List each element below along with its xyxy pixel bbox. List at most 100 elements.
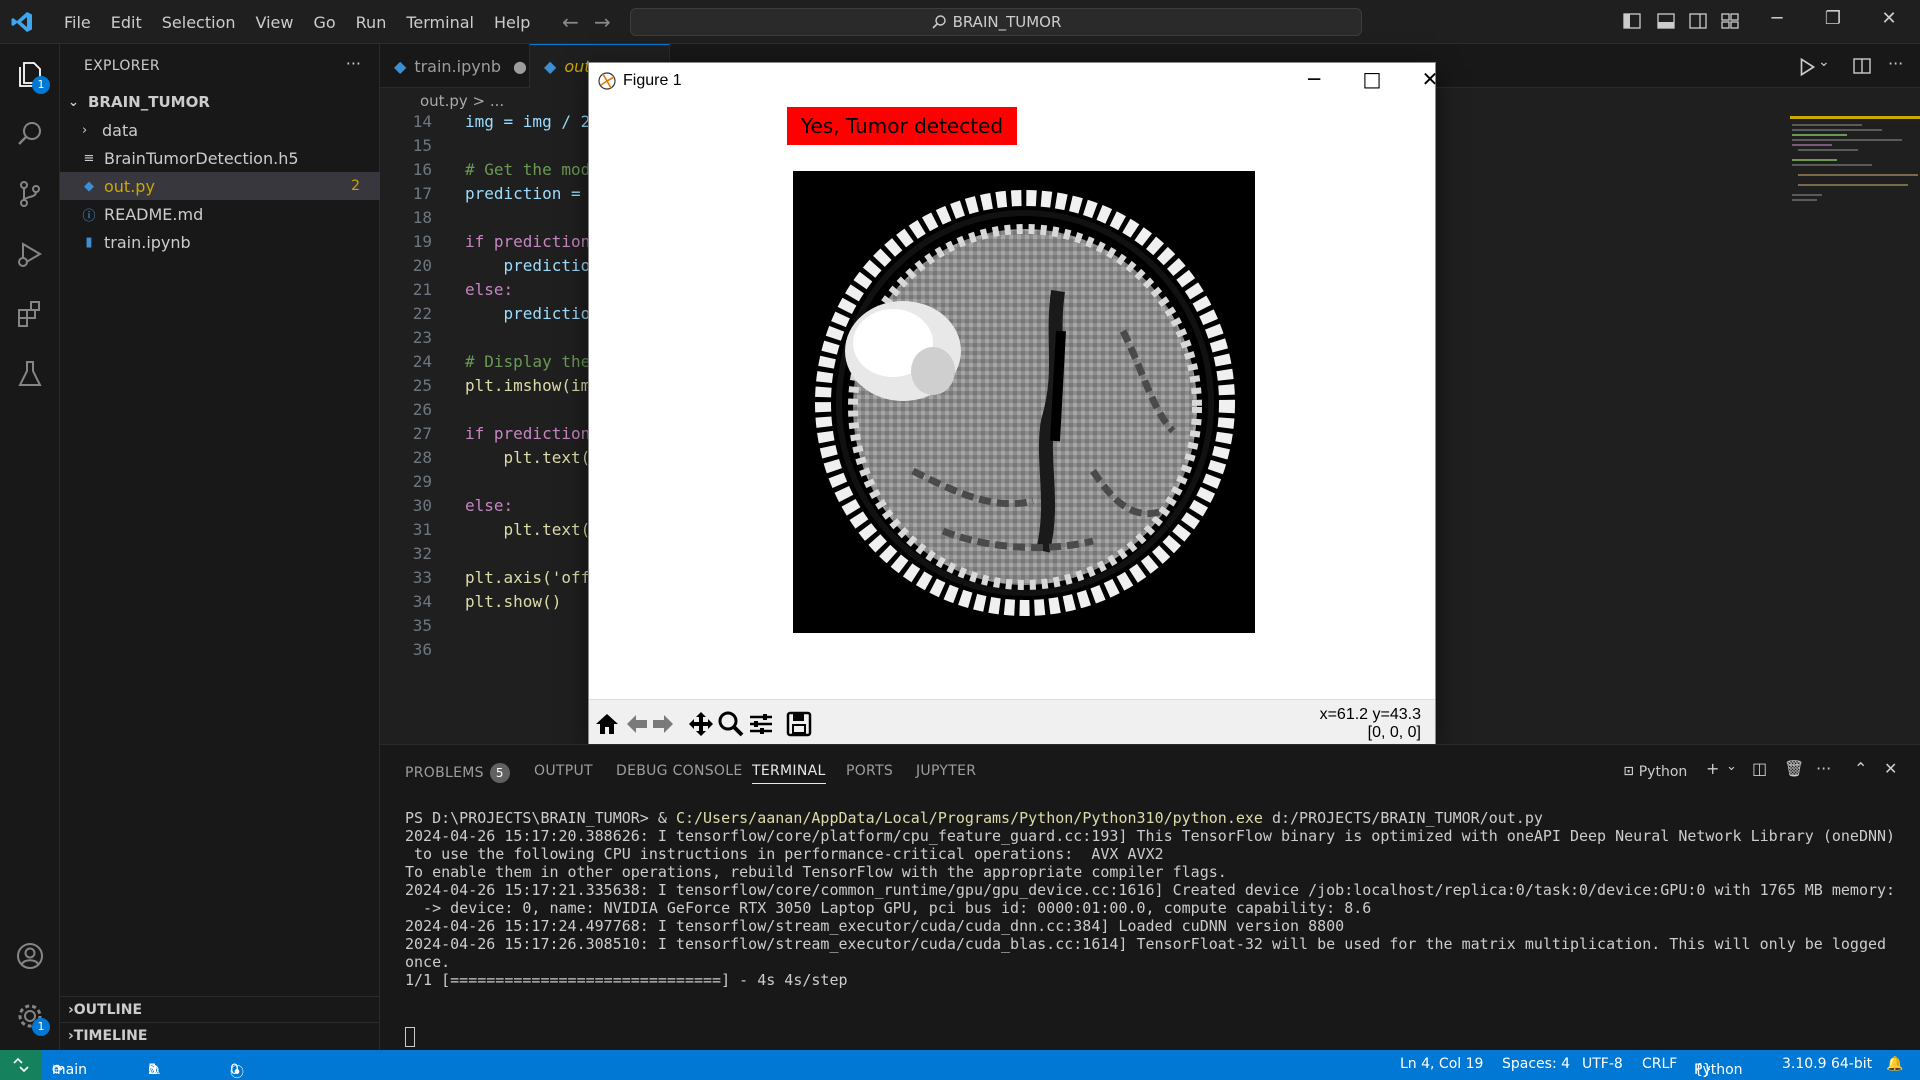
- kill-terminal-trash-icon[interactable]: 🗑: [1784, 759, 1804, 778]
- split-terminal-icon[interactable]: ◫: [1752, 759, 1767, 778]
- toggle-secondary-sidebar-icon[interactable]: [1688, 11, 1708, 31]
- figure-title: Figure 1: [623, 72, 682, 89]
- back-arrow-icon[interactable]: [623, 710, 651, 738]
- settings-gear-icon[interactable]: 1: [14, 1000, 50, 1036]
- figure-maximize-icon[interactable]: □: [1357, 67, 1387, 91]
- terminal-cursor: [405, 1027, 415, 1047]
- tab-output[interactable]: OUTPUT: [534, 763, 593, 779]
- panel-more-icon[interactable]: ···: [1816, 759, 1831, 778]
- split-editor-icon[interactable]: [1852, 56, 1872, 76]
- terminal-shell-selector[interactable]: ⊡ Python: [1624, 761, 1687, 780]
- run-debug-icon[interactable]: [14, 238, 46, 270]
- tab-terminal[interactable]: TERMINAL: [752, 763, 826, 784]
- forward-arrow-icon[interactable]: [649, 710, 677, 738]
- terminal-line: 2024-04-26 15:17:26.308510: I tensorflow…: [405, 935, 1887, 953]
- figure-minimize-icon[interactable]: ─: [1299, 67, 1329, 91]
- tree-item-h5[interactable]: ≡ BrainTumorDetection.h5: [60, 144, 380, 172]
- maximize-panel-chevron-up-icon[interactable]: ⌃: [1854, 759, 1867, 778]
- pan-move-icon[interactable]: [687, 710, 715, 738]
- toggle-panel-icon[interactable]: [1656, 11, 1676, 31]
- new-terminal-plus-icon[interactable]: +: [1706, 759, 1719, 778]
- explorer-more-icon[interactable]: ···: [346, 54, 361, 73]
- tree-item-train-ipynb[interactable]: ▮ train.ipynb: [60, 228, 380, 256]
- tree-item-out-py[interactable]: ◆ out.py 2: [60, 172, 380, 200]
- account-icon[interactable]: [14, 940, 46, 972]
- python-interpreter[interactable]: 3.10.9 64-bit: [1782, 1056, 1872, 1072]
- figure-title-bar[interactable]: Figure 1 ─ □ ✕: [589, 63, 1438, 99]
- source-control-icon[interactable]: [14, 178, 46, 210]
- prediction-label: Yes, Tumor detected: [787, 107, 1017, 145]
- search-icon[interactable]: [14, 118, 46, 150]
- figure-close-icon[interactable]: ✕: [1415, 67, 1445, 91]
- restore-icon[interactable]: ❐: [1818, 8, 1848, 29]
- encoding[interactable]: UTF-8: [1582, 1056, 1623, 1072]
- save-figure-icon[interactable]: [785, 710, 813, 738]
- ports-count: 0: [230, 1062, 239, 1078]
- run-dropdown-chevron-icon[interactable]: ⌄: [1818, 54, 1830, 70]
- tree-item-label: README.md: [104, 204, 204, 224]
- outline-section[interactable]: › OUTLINE: [60, 996, 380, 1022]
- warning-count: 5: [148, 1062, 157, 1078]
- customize-layout-icon[interactable]: [1720, 11, 1740, 31]
- terminal-dropdown-chevron-icon[interactable]: ⌄: [1726, 759, 1737, 774]
- configure-subplots-icon[interactable]: [747, 710, 775, 738]
- timeline-section[interactable]: › TIMELINE: [60, 1022, 380, 1048]
- tab-ports[interactable]: PORTS: [846, 763, 893, 779]
- forward-arrow-icon[interactable]: →: [594, 10, 611, 34]
- editor-more-icon[interactable]: ···: [1888, 54, 1903, 73]
- close-icon[interactable]: ✕: [1874, 8, 1904, 29]
- zoom-icon[interactable]: [717, 710, 745, 738]
- command-center-search[interactable]: BRAIN_TUMOR: [630, 8, 1362, 36]
- workspace-root-label: BRAIN_TUMOR: [88, 93, 210, 111]
- python-icon: ◆: [84, 178, 94, 194]
- menu-go[interactable]: Go: [303, 13, 345, 32]
- chevron-down-icon: ⌄: [68, 94, 79, 110]
- home-icon[interactable]: [593, 710, 621, 738]
- explorer-icon[interactable]: 1: [14, 58, 50, 94]
- file-lines-icon: ≡: [83, 150, 95, 166]
- menu-file[interactable]: File: [54, 13, 101, 32]
- tree-item-label: train.ipynb: [104, 232, 191, 252]
- tree-item-readme[interactable]: ⓘ README.md: [60, 200, 380, 228]
- coords-xy: x=61.2 y=43.3: [1319, 706, 1421, 723]
- matplotlib-figure-window[interactable]: Figure 1 ─ □ ✕ Yes, Tumor detected x=61.…: [588, 62, 1438, 746]
- tab-label: train.ipynb: [414, 56, 502, 76]
- tab-debug-console[interactable]: DEBUG CONSOLE: [616, 763, 743, 779]
- cursor-coordinates: x=61.2 y=43.3 [0, 0, 0]: [1320, 706, 1421, 742]
- extensions-icon[interactable]: [14, 298, 46, 330]
- tab-jupyter[interactable]: JUPYTER: [916, 763, 976, 779]
- remote-indicator[interactable]: [0, 1050, 42, 1080]
- coords-pixel-value: [0, 0, 0]: [1367, 724, 1421, 741]
- toggle-primary-sidebar-icon[interactable]: [1622, 11, 1642, 31]
- notifications-bell-icon[interactable]: 🔔: [1886, 1056, 1903, 1072]
- menu-terminal[interactable]: Terminal: [396, 13, 484, 32]
- indentation[interactable]: Spaces: 4: [1502, 1056, 1570, 1072]
- menu-view[interactable]: View: [246, 13, 304, 32]
- menu-edit[interactable]: Edit: [101, 13, 152, 32]
- shell-label: Python: [1638, 764, 1688, 780]
- minimize-icon[interactable]: ─: [1762, 8, 1792, 29]
- workspace-root[interactable]: ⌄ BRAIN_TUMOR: [60, 88, 380, 116]
- breadcrumb[interactable]: out.py > ...: [420, 92, 504, 110]
- line-ending[interactable]: CRLF: [1642, 1056, 1677, 1072]
- menu-help[interactable]: Help: [484, 13, 540, 32]
- back-arrow-icon[interactable]: ←: [562, 10, 579, 34]
- vscode-logo-icon: [11, 12, 32, 32]
- run-python-file-icon[interactable]: [1796, 56, 1818, 78]
- cursor-position[interactable]: Ln 4, Col 19: [1400, 1056, 1483, 1072]
- close-panel-icon[interactable]: ✕: [1884, 759, 1897, 778]
- menu-run[interactable]: Run: [346, 13, 397, 32]
- tree-item-data[interactable]: › data: [60, 116, 380, 144]
- tree-item-label: BrainTumorDetection.h5: [104, 148, 299, 168]
- outline-label: OUTLINE: [73, 1001, 143, 1018]
- timeline-label: TIMELINE: [73, 1027, 148, 1044]
- menu-selection[interactable]: Selection: [152, 13, 246, 32]
- bottom-panel: PROBLEMS 5 OUTPUT DEBUG CONSOLE TERMINAL …: [380, 744, 1920, 1050]
- tab-train-ipynb[interactable]: ◆ train.ipynb ●: [380, 44, 530, 88]
- terminal-icon: ⊡: [1624, 761, 1634, 780]
- minimap[interactable]: [1790, 116, 1920, 226]
- status-bar: ⑂ main ⟳ ⊗ 0 ⚠ 5 ⦿ 0 Ln 4, Col 19 Spaces…: [0, 1050, 1920, 1080]
- tab-problems[interactable]: PROBLEMS 5: [405, 763, 510, 783]
- activity-bar: 1 1: [0, 44, 60, 1050]
- testing-flask-icon[interactable]: [14, 358, 46, 390]
